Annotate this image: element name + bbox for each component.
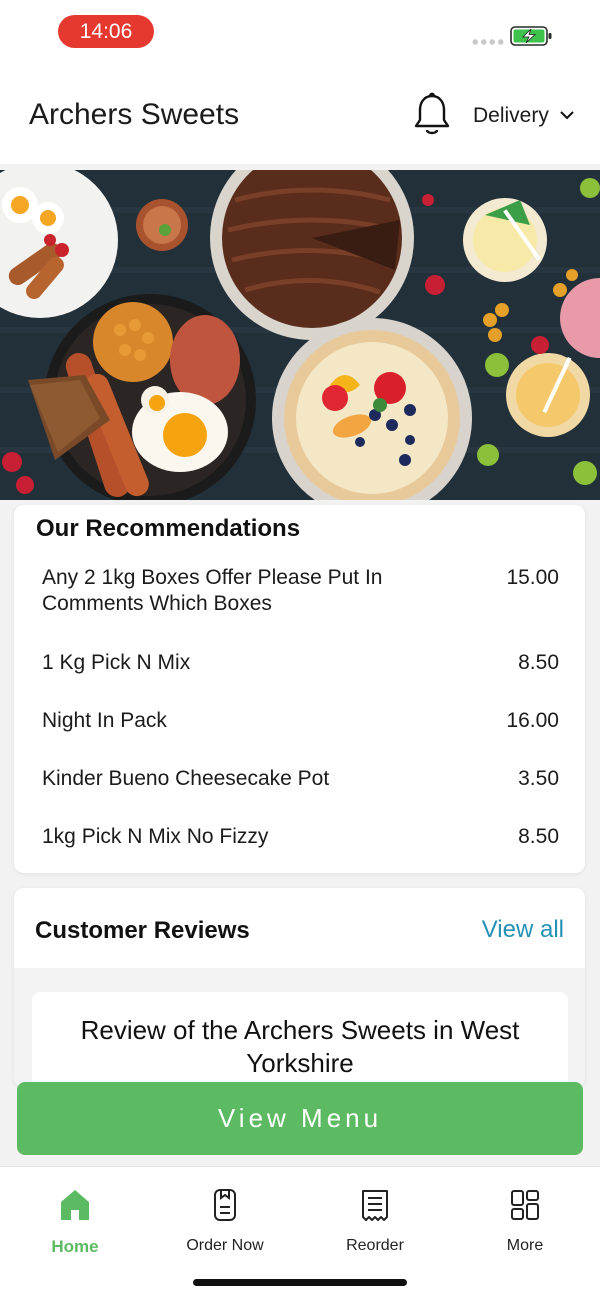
app-header: Archers Sweets Delivery <box>0 64 600 164</box>
review-heading: Review of the Archers Sweets in West Yor… <box>80 1015 520 1078</box>
nav-more-label: More <box>506 1237 544 1254</box>
status-time: 14:06 <box>58 15 154 48</box>
item-price: 15.00 <box>506 566 559 589</box>
grid-icon <box>511 1190 539 1220</box>
bottom-navigation: Home Order Now Reorder More <box>0 1166 600 1298</box>
hero-banner-image <box>0 170 600 500</box>
home-indicator <box>193 1279 407 1286</box>
recommendation-item[interactable]: Any 2 1kg Boxes Offer Please Put In Comm… <box>42 565 559 617</box>
order-icon <box>214 1189 236 1221</box>
item-price: 8.50 <box>518 651 559 674</box>
nav-home-label: Home <box>51 1237 99 1256</box>
item-price: 16.00 <box>506 709 559 732</box>
bell-icon[interactable] <box>411 92 453 140</box>
item-name: 1 Kg Pick N Mix <box>42 651 191 674</box>
recommendation-item[interactable]: Night In Pack 16.00 <box>42 708 559 734</box>
view-menu-button[interactable]: View Menu <box>17 1082 583 1155</box>
recommendation-item[interactable]: 1 Kg Pick N Mix 8.50 <box>42 650 559 676</box>
item-price: 3.50 <box>518 767 559 790</box>
nav-order-now[interactable]: Order Now <box>170 1187 280 1255</box>
item-name: 1kg Pick N Mix No Fizzy <box>42 825 269 848</box>
home-icon <box>61 1190 89 1220</box>
nav-reorder-label: Reorder <box>346 1237 404 1254</box>
delivery-selector[interactable]: Delivery <box>473 104 549 128</box>
nav-reorder[interactable]: Reorder <box>320 1187 430 1255</box>
signal-icon <box>471 39 505 45</box>
recommendation-item[interactable]: Kinder Bueno Cheesecake Pot 3.50 <box>42 766 559 792</box>
item-name: Night In Pack <box>42 709 167 732</box>
status-bar: 14:06 <box>0 0 600 64</box>
nav-more[interactable]: More <box>470 1187 580 1255</box>
item-name: Any 2 1kg Boxes Offer Please Put In Comm… <box>42 566 383 615</box>
chevron-down-icon[interactable] <box>559 109 575 121</box>
battery-icon <box>510 26 552 46</box>
reviews-header: Customer Reviews View all <box>14 888 585 968</box>
receipt-icon <box>362 1190 388 1221</box>
view-all-link[interactable]: View all <box>482 916 564 944</box>
item-price: 8.50 <box>518 825 559 848</box>
food-collage-illustration <box>0 170 600 500</box>
review-card[interactable]: Review of the Archers Sweets in West Yor… <box>32 992 568 1088</box>
recommendation-item[interactable]: 1kg Pick N Mix No Fizzy 8.50 <box>42 824 559 850</box>
nav-home[interactable]: Home <box>20 1187 130 1257</box>
recommendations-card: Our Recommendations Any 2 1kg Boxes Offe… <box>14 505 585 873</box>
recommendations-title: Our Recommendations <box>36 515 301 542</box>
store-title: Archers Sweets <box>29 98 240 131</box>
item-name: Kinder Bueno Cheesecake Pot <box>42 767 330 790</box>
nav-order-now-label: Order Now <box>186 1237 264 1254</box>
reviews-card: Customer Reviews View all Review of the … <box>14 888 585 1088</box>
reviews-title: Customer Reviews <box>35 917 250 944</box>
